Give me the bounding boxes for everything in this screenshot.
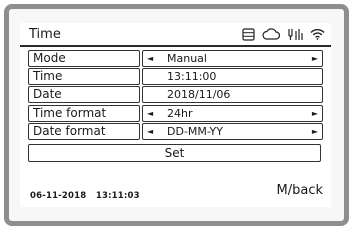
- arrow-left-icon[interactable]: ◄: [147, 51, 153, 66]
- time-field[interactable]: 13:11:00: [142, 68, 323, 85]
- antenna-icon: [287, 28, 303, 41]
- arrow-right-icon[interactable]: ►: [312, 51, 318, 66]
- storage-icon: [242, 27, 255, 41]
- setting-label: Date: [28, 86, 140, 103]
- setting-row-mode[interactable]: Mode ◄ Manual ►: [28, 50, 323, 67]
- setting-row-time[interactable]: Time 13:11:00: [28, 68, 323, 85]
- page-title: Time: [29, 27, 61, 42]
- time-format-selector[interactable]: ◄ 24hr ►: [142, 105, 323, 122]
- status-time: 13:11:03: [95, 191, 140, 201]
- setting-value: 24hr: [167, 107, 193, 120]
- wifi-icon: [310, 28, 325, 40]
- status-icons: [242, 26, 325, 42]
- device-screen: Time Mode ◄ Manual ► Time 13:11:00 Date …: [20, 23, 331, 207]
- setting-row-date-format[interactable]: Date format ◄ DD-MM-YY ►: [28, 123, 323, 140]
- date-field[interactable]: 2018/11/06: [142, 86, 323, 103]
- cloud-icon: [262, 28, 280, 40]
- title-bar: Time: [20, 23, 331, 47]
- arrow-right-icon[interactable]: ►: [312, 106, 318, 121]
- mode-selector[interactable]: ◄ Manual ►: [142, 50, 323, 67]
- status-date: 06-11-2018: [30, 191, 87, 201]
- status-clock: 06-11-2018 13:11:03: [30, 191, 140, 201]
- setting-value: 13:11:00: [167, 70, 217, 83]
- arrow-left-icon[interactable]: ◄: [147, 124, 153, 139]
- setting-label: Date format: [28, 123, 140, 140]
- setting-value: Manual: [167, 52, 207, 65]
- setting-label: Mode: [28, 50, 140, 67]
- setting-label: Time format: [28, 105, 140, 122]
- arrow-left-icon[interactable]: ◄: [147, 106, 153, 121]
- back-button[interactable]: M/back: [277, 183, 324, 198]
- setting-row-time-format[interactable]: Time format ◄ 24hr ►: [28, 105, 323, 122]
- setting-value: DD-MM-YY: [167, 125, 223, 138]
- set-button[interactable]: Set: [28, 144, 321, 162]
- date-format-selector[interactable]: ◄ DD-MM-YY ►: [142, 123, 323, 140]
- setting-label: Time: [28, 68, 140, 85]
- setting-value: 2018/11/06: [167, 88, 231, 101]
- arrow-right-icon[interactable]: ►: [312, 124, 318, 139]
- setting-row-date[interactable]: Date 2018/11/06: [28, 86, 323, 103]
